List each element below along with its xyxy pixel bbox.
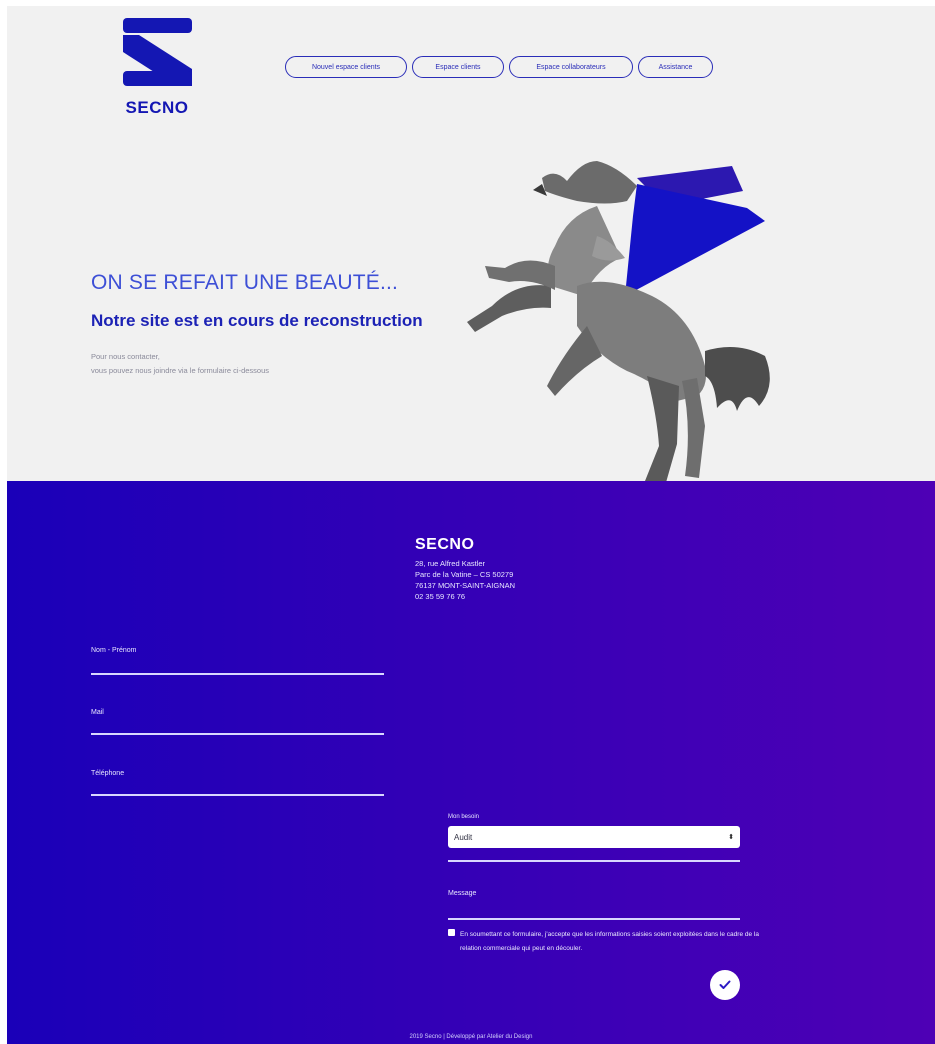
name-label: Nom - Prénom — [91, 647, 137, 654]
select-arrows-icon: ⬍ — [728, 834, 734, 841]
need-select-underline — [448, 860, 740, 862]
hero-subheadline: Notre site est en cours de reconstructio… — [91, 311, 423, 330]
nav-assistance[interactable]: Assistance — [638, 56, 713, 78]
consent-row: En soumettant ce formulaire, j'accepte q… — [448, 928, 773, 956]
message-label: Message — [448, 890, 477, 897]
consent-text: En soumettant ce formulaire, j'accepte q… — [460, 931, 759, 952]
company-address-2: Parc de la Vatine – CS 50279 — [415, 570, 514, 579]
mail-label: Mail — [91, 709, 104, 716]
logo-mark-icon — [123, 18, 192, 86]
nav-new-client-space[interactable]: Nouvel espace clients — [285, 56, 407, 78]
company-phone: 02 35 59 76 76 — [415, 592, 466, 601]
phone-input-underline[interactable] — [91, 794, 384, 796]
top-nav: Nouvel espace clients Espace clients Esp… — [285, 56, 713, 78]
name-input-underline[interactable] — [91, 673, 384, 675]
need-select-value: Audit — [454, 832, 473, 842]
mail-input-underline[interactable] — [91, 733, 384, 735]
phone-label: Téléphone — [91, 770, 125, 777]
company-address-3: 76137 MONT-SAINT-AIGNAN — [415, 581, 516, 590]
hero-section: SECNO Nouvel espace clients Espace clien… — [7, 6, 935, 486]
contact-intro-line-2: vous pouvez nous joindre via le formulai… — [91, 366, 270, 375]
nav-staff-space[interactable]: Espace collaborateurs — [509, 56, 633, 78]
footer-text: 2019 Secno | Développé par Atelier du De… — [409, 1034, 533, 1040]
company-info: SECNO 28, rue Alfred Kastler Parc de la … — [415, 536, 515, 602]
need-select-label: Mon besoin — [448, 814, 480, 820]
phone-field[interactable]: Téléphone — [91, 770, 384, 796]
consent-checkbox[interactable] — [448, 929, 455, 936]
contact-intro: Pour nous contacter, vous pouvez nous jo… — [91, 350, 269, 378]
company-address-1: 28, rue Alfred Kastler — [415, 559, 486, 568]
logo-text: SECNO — [125, 98, 189, 117]
contact-intro-line-1: Pour nous contacter, — [91, 352, 160, 361]
hero-headline: ON SE REFAIT UNE BEAUTÉ... — [91, 271, 399, 294]
logo[interactable]: SECNO — [118, 18, 196, 117]
contact-section: SECNO 28, rue Alfred Kastler Parc de la … — [7, 481, 935, 1044]
checkmark-icon — [719, 980, 731, 989]
name-field[interactable]: Nom - Prénom — [91, 647, 384, 675]
nav-client-space[interactable]: Espace clients — [412, 56, 504, 78]
submit-button[interactable] — [710, 970, 740, 1000]
company-name: SECNO — [415, 536, 475, 553]
need-select[interactable]: Audit ⬍ — [448, 826, 740, 848]
mail-field[interactable]: Mail — [91, 709, 384, 735]
page: SECNO Nouvel espace clients Espace clien… — [7, 6, 935, 1044]
winged-horse-illustration — [467, 161, 770, 486]
message-input-underline[interactable] — [448, 918, 740, 920]
